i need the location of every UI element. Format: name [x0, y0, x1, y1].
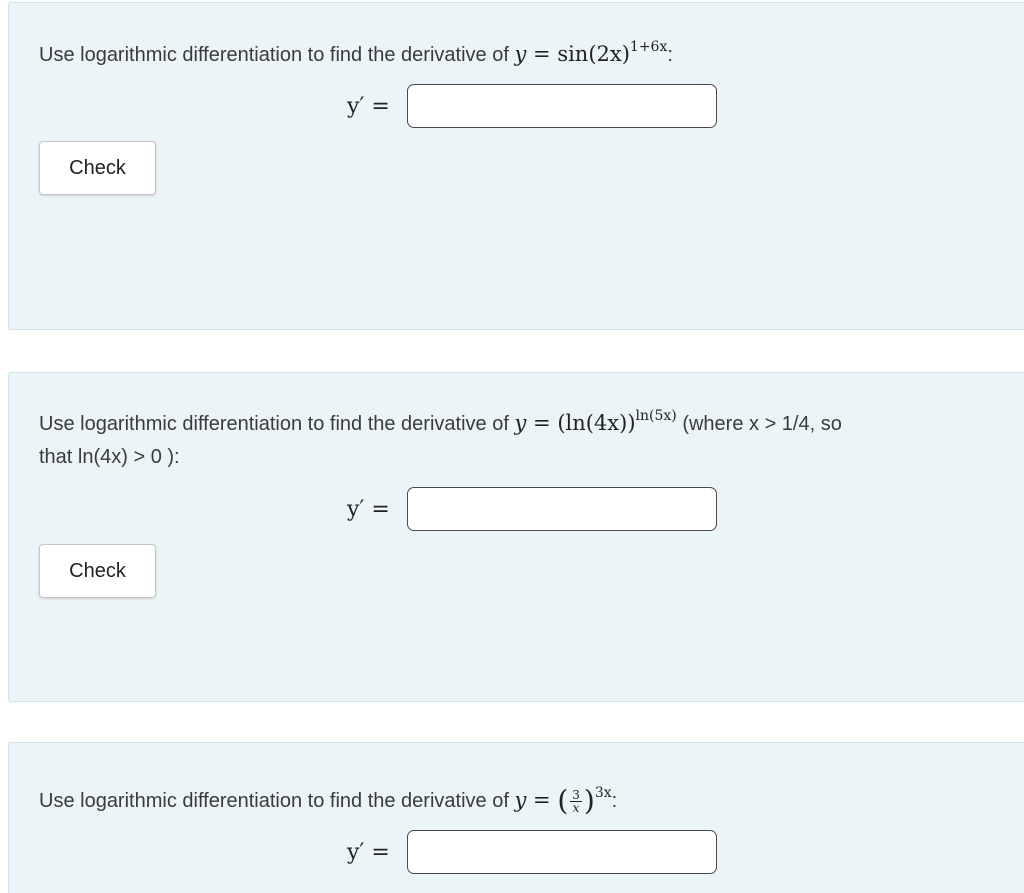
problem-2-expression: y = (ln(4x))ln(5x): [514, 408, 677, 435]
problem-panel-1: Use logarithmic differentiation to find …: [8, 2, 1024, 330]
problem-3-fraction: 3x: [570, 788, 582, 815]
problem-1-question: Use logarithmic differentiation to find …: [39, 39, 673, 66]
problem-2-answer-input[interactable]: [407, 487, 717, 531]
problem-3-expression: y = (3 x)3x: [514, 784, 612, 817]
problem-panel-3: Use logarithmic differentiation to find …: [8, 742, 1024, 893]
problem-panel-2: Use logarithmic differentiation to find …: [8, 372, 1024, 702]
problem-3-question: Use logarithmic differentiation to find …: [39, 784, 618, 817]
problem-2-prompt: Use logarithmic differentiation to find …: [39, 413, 509, 435]
problem-2-condition: (where x > 1/4, so: [682, 413, 842, 435]
problem-2-answer-label: y′ =: [347, 496, 390, 522]
problem-1-answer-input[interactable]: [407, 84, 717, 128]
problem-2-continuation: that ln(4x) > 0 ):: [39, 446, 180, 468]
problem-3-answer-input[interactable]: [407, 830, 717, 874]
problem-2-question: Use logarithmic differentiation to find …: [39, 406, 842, 441]
problem-3-answer-label: y′ =: [347, 839, 390, 865]
problem-3-prompt: Use logarithmic differentiation to find …: [39, 790, 509, 812]
page: Use logarithmic differentiation to find …: [0, 0, 1024, 893]
problem-3-answer-row: y′ =: [347, 828, 717, 876]
problem-1-expression: y = sin(2x)1+6x: [514, 39, 668, 66]
problem-1-answer-row: y′ =: [347, 82, 717, 130]
problem-1-answer-label: y′ =: [347, 93, 390, 119]
problem-2-check-button[interactable]: Check: [39, 544, 156, 598]
problem-1-check-button[interactable]: Check: [39, 141, 156, 195]
problem-1-prompt: Use logarithmic differentiation to find …: [39, 44, 509, 66]
problem-2-answer-row: y′ =: [347, 485, 717, 533]
